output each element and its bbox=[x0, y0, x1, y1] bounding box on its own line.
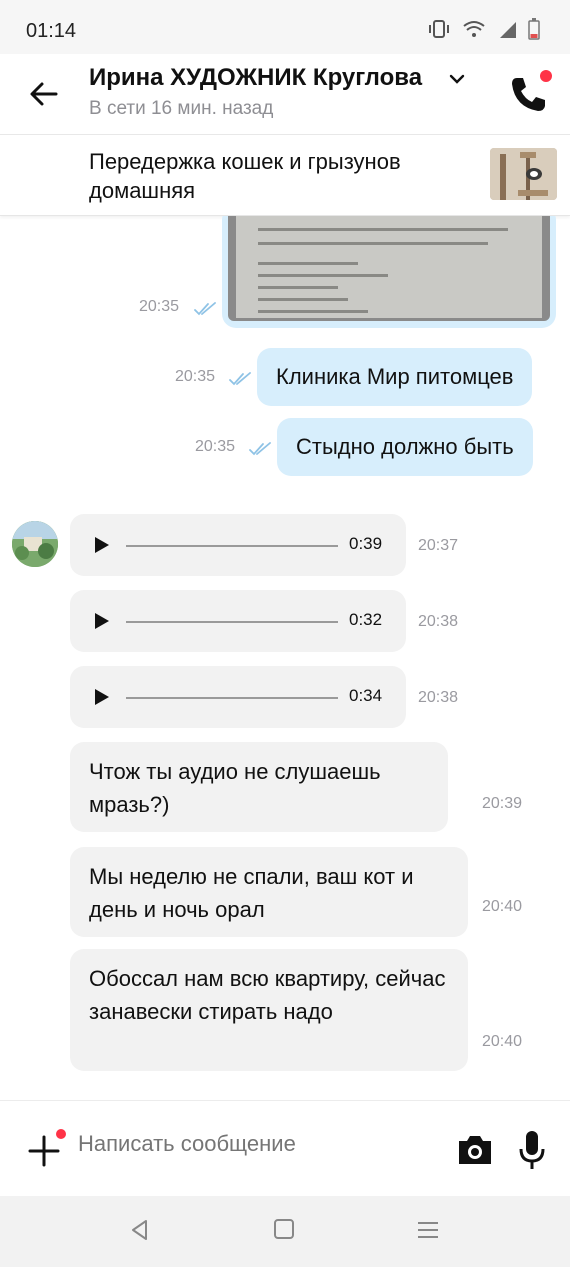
status-icons bbox=[428, 18, 540, 40]
message-time: 20:35 bbox=[195, 438, 236, 455]
document-photo[interactable] bbox=[228, 216, 550, 321]
document-page bbox=[236, 216, 542, 318]
call-notification-dot bbox=[540, 70, 552, 82]
play-icon[interactable] bbox=[92, 536, 110, 554]
message-time: 20:38 bbox=[418, 613, 459, 630]
message-time: 20:35 bbox=[175, 368, 216, 385]
message-time: 20:35 bbox=[139, 298, 180, 315]
camera-icon[interactable] bbox=[456, 1131, 494, 1169]
attach-notification-dot bbox=[56, 1129, 66, 1139]
message-time: 20:40 bbox=[482, 898, 523, 915]
voice-message[interactable]: 0:32 bbox=[70, 590, 406, 652]
voice-progress-track[interactable] bbox=[126, 697, 338, 699]
battery-icon bbox=[528, 18, 540, 40]
status-time: 01:14 bbox=[26, 20, 77, 42]
voice-duration: 0:39 bbox=[349, 534, 383, 553]
nav-recents-icon[interactable] bbox=[416, 1220, 440, 1240]
last-seen-status: В сети 16 мин. назад bbox=[89, 98, 274, 119]
message-composer bbox=[0, 1100, 570, 1197]
play-icon[interactable] bbox=[92, 688, 110, 706]
signal-icon bbox=[500, 22, 516, 38]
message-time: 20:38 bbox=[418, 689, 459, 706]
listing-thumbnail[interactable] bbox=[490, 148, 557, 200]
voice-message[interactable]: 0:34 bbox=[70, 666, 406, 728]
chevron-down-icon[interactable] bbox=[448, 70, 466, 88]
double-check-icon bbox=[249, 442, 271, 456]
incoming-message[interactable]: Чтож ты аудио не слушаешь мразь?) bbox=[70, 742, 448, 832]
chat-header: Ирина ХУДОЖНИК Круглова В сети 16 мин. н… bbox=[0, 54, 570, 135]
outgoing-message[interactable]: Клиника Мир питомцев bbox=[257, 348, 533, 406]
double-check-icon bbox=[229, 372, 251, 386]
message-time: 20:40 bbox=[482, 1033, 523, 1050]
photo-message[interactable] bbox=[222, 216, 556, 328]
message-input[interactable] bbox=[78, 1131, 438, 1157]
outgoing-message[interactable]: Стыдно должно быть bbox=[277, 418, 533, 476]
message-time: 20:39 bbox=[482, 795, 523, 812]
listing-banner[interactable]: Передержка кошек и грызунов домашняя bbox=[0, 135, 570, 216]
chat-messages[interactable]: 20:35 20:35 Клиника Мир питомцев 20:35 С… bbox=[0, 216, 570, 1100]
voice-message[interactable]: 0:39 bbox=[70, 514, 406, 576]
status-bar: 01:14 bbox=[0, 0, 570, 54]
double-check-icon bbox=[194, 302, 216, 316]
voice-duration: 0:32 bbox=[349, 610, 383, 629]
plus-icon[interactable] bbox=[28, 1135, 60, 1167]
system-nav-bar bbox=[0, 1196, 570, 1267]
vibrate-icon bbox=[429, 20, 449, 38]
incoming-message[interactable]: Обоссал нам всю квартиру, сейчас занавес… bbox=[70, 949, 468, 1071]
incoming-message[interactable]: Мы неделю не спали, ваш кот и день и ноч… bbox=[70, 847, 468, 937]
contact-name[interactable]: Ирина ХУДОЖНИК Круглова bbox=[89, 64, 422, 92]
back-arrow-icon[interactable] bbox=[26, 76, 62, 112]
microphone-icon[interactable] bbox=[516, 1129, 548, 1171]
message-time: 20:37 bbox=[418, 537, 459, 554]
contact-avatar[interactable] bbox=[12, 521, 58, 567]
nav-home-icon[interactable] bbox=[273, 1218, 295, 1240]
listing-title[interactable]: Передержка кошек и грызунов домашняя bbox=[89, 147, 469, 205]
nav-back-icon[interactable] bbox=[128, 1218, 152, 1242]
voice-progress-track[interactable] bbox=[126, 545, 338, 547]
voice-duration: 0:34 bbox=[349, 686, 383, 705]
wifi-icon bbox=[463, 21, 485, 37]
play-icon[interactable] bbox=[92, 612, 110, 630]
voice-progress-track[interactable] bbox=[126, 621, 338, 623]
